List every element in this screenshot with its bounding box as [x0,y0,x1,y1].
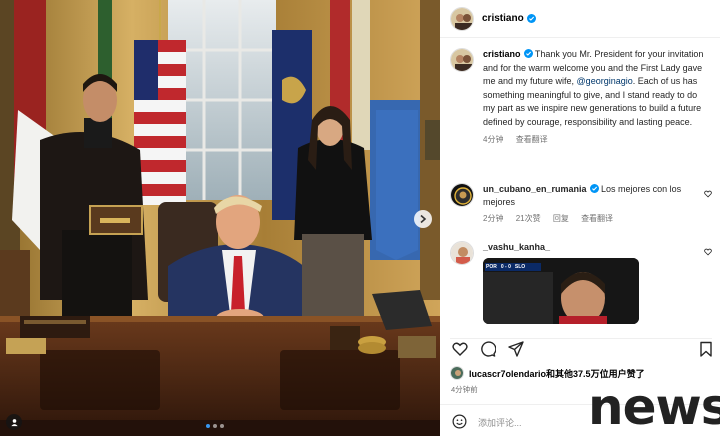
comment-time: 2分钟 [483,214,504,223]
comment-username[interactable]: _vashu_kanha_ [483,242,550,252]
reply-button[interactable]: 回复 [553,214,569,223]
carousel-indicator [206,424,224,428]
verified-icon [589,184,599,193]
liker-username[interactable]: lucascr7olendario [469,369,546,379]
caption-username[interactable]: cristiano [483,49,521,59]
heart-icon[interactable] [452,341,468,357]
comment-likes[interactable]: 21次赞 [516,214,541,223]
post-header: cristiano [440,0,720,38]
comment-body: un_cubano_en_rumania Los mejores con los… [483,183,703,225]
comment-icon[interactable] [480,341,496,357]
see-translation-link[interactable]: 查看翻译 [516,135,548,144]
oval-office-scene [0,0,440,436]
tag-user-icon [10,418,18,426]
post-author-username[interactable]: cristiano [482,13,524,24]
post-caption: cristiano Thank you Mr. President for yo… [450,48,712,146]
share-icon[interactable] [508,341,524,357]
next-image-button[interactable] [414,210,432,228]
verified-icon [523,49,533,58]
caption-body: cristiano Thank you Mr. President for yo… [483,48,711,146]
comment-meta: 2分钟 21次赞 回复 查看翻译 [483,212,703,225]
comment-body: _vashu_kanha_ POR 0 - 0 SLO [483,241,703,324]
news-watermark: news [588,378,720,436]
likes-count-text[interactable]: 和其他37.5万位用户赞了 [546,369,645,379]
post-action-bar [450,338,712,358]
next-arrow-icon [420,214,427,224]
avatar[interactable] [450,366,464,380]
bookmark-icon[interactable] [698,341,714,357]
verified-icon [526,14,536,23]
score-overlay: POR 0 - 0 SLO [486,263,525,271]
team-left: POR [486,263,497,270]
avatar[interactable] [450,48,474,72]
avatar[interactable] [450,6,474,31]
carousel-dot [213,424,217,428]
comment-username[interactable]: un_cubano_en_rumania [483,184,587,194]
carousel-dot-active [206,424,210,428]
post-timestamp[interactable]: 4分钟前 [451,384,478,395]
avatar[interactable] [450,183,474,207]
see-translation-link[interactable]: 查看翻译 [581,214,613,223]
post-photo[interactable] [0,0,440,436]
caption-time: 4分钟 [483,134,504,144]
caption-meta: 4分钟 查看翻译 [483,133,711,147]
team-right: SLO [514,263,526,270]
emoji-icon[interactable] [452,414,467,429]
comment-item: un_cubano_en_rumania Los mejores con los… [450,183,716,225]
comment-item: _vashu_kanha_ POR 0 - 0 SLO [450,241,716,324]
comment-image[interactable]: POR 0 - 0 SLO [483,258,639,324]
tagged-users-button[interactable] [6,414,22,430]
comment-like-heart-icon[interactable] [704,248,712,256]
add-comment-input[interactable]: 添加评论... [478,416,522,429]
match-score: 0 - 0 [500,263,511,270]
mention-link[interactable]: @georginagio [577,76,633,86]
comment-like-heart-icon[interactable] [704,190,712,198]
carousel-dot [220,424,224,428]
avatar[interactable] [450,241,474,265]
post-sidebar: cristiano cristiano Thank you Mr. Presid… [440,0,720,436]
